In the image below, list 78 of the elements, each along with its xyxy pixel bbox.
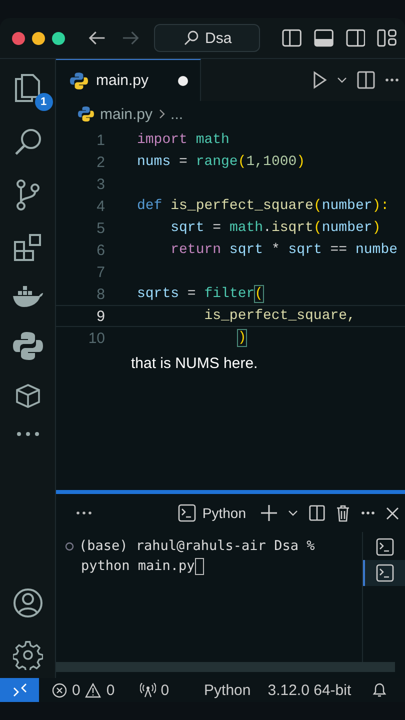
warning-icon[interactable] [85, 682, 102, 698]
search-field[interactable]: Dsa [154, 24, 260, 52]
line-number: 7 [96, 264, 106, 280]
scrollbar[interactable] [56, 662, 395, 672]
terminal-icon [376, 538, 394, 556]
ports-count: 0 [160, 682, 170, 698]
plus-icon[interactable] [261, 505, 277, 521]
error-icon[interactable] [52, 682, 67, 698]
code-line: is_perfect_square, [203, 308, 356, 324]
more-icon[interactable] [16, 431, 40, 437]
bell-icon[interactable] [372, 682, 387, 698]
line-number: 8 [96, 286, 106, 302]
breadcrumb-item[interactable]: ... [170, 106, 184, 122]
more-icon[interactable] [361, 511, 375, 515]
terminal-cursor [194, 558, 204, 574]
account-icon[interactable] [12, 588, 42, 618]
line-number: 1 [96, 132, 106, 148]
back-arrow-icon[interactable] [87, 30, 107, 46]
editor-tab[interactable]: main.py [56, 59, 201, 101]
run-icon[interactable] [313, 71, 327, 89]
terminal-tab[interactable]: Python [178, 504, 246, 522]
line-number: 6 [96, 242, 106, 258]
circle-icon [65, 542, 74, 550]
zoom-window-button[interactable] [52, 32, 65, 44]
search-icon [183, 30, 199, 46]
chevron-down-icon[interactable] [288, 510, 298, 516]
split-terminal-icon[interactable] [309, 505, 325, 521]
code-line: return sqrt * sqrt == numbe [170, 242, 398, 258]
python-file-icon [78, 106, 94, 122]
terminal-prompt: (base) rahul@rahuls-air Dsa % [79, 538, 315, 554]
notification-badge: 1 [34, 93, 52, 111]
terminal-command: python main.py [81, 558, 195, 574]
terminal-icon [178, 504, 196, 522]
cube-icon[interactable] [14, 383, 40, 409]
extensions-icon[interactable] [12, 233, 42, 263]
line-number: 9 [96, 308, 106, 324]
settings-icon[interactable] [12, 640, 42, 670]
terminal-instance[interactable] [363, 560, 405, 586]
close-icon[interactable] [386, 506, 399, 520]
source-control-icon[interactable] [14, 179, 42, 211]
code-line: import math [137, 132, 230, 148]
error-count: 0 [72, 682, 80, 698]
line-number: 3 [96, 176, 106, 192]
broadcast-icon[interactable] [140, 682, 156, 698]
language-mode[interactable]: Python [204, 682, 251, 698]
python-file-icon [70, 72, 88, 90]
code-line: sqrt = math.isqrt(number) [170, 220, 381, 236]
interpreter-version[interactable]: 3.12.0 64-bit [268, 682, 352, 698]
close-window-button[interactable] [12, 32, 25, 44]
line-number: 10 [87, 330, 106, 346]
code-line: ) [236, 330, 246, 346]
code-line: def is_perfect_square(number): [137, 198, 390, 214]
code-line: sqrts = filter( [137, 286, 264, 302]
split-editor-icon[interactable] [357, 71, 375, 89]
more-actions-icon[interactable] [385, 78, 399, 82]
line-number: 2 [96, 154, 106, 170]
more-icon[interactable] [76, 511, 92, 515]
code-line: nums = range(1,1000) [137, 154, 306, 170]
search-icon[interactable] [12, 127, 42, 157]
customize-layout-icon[interactable] [377, 29, 397, 47]
warning-count: 0 [106, 682, 115, 698]
minimize-window-button[interactable] [32, 32, 45, 44]
secondary-sidebar-icon[interactable] [346, 29, 366, 47]
sidebar-layout-icon[interactable] [282, 29, 302, 47]
python-icon[interactable] [12, 331, 42, 361]
remote-icon [12, 683, 26, 697]
trash-icon[interactable] [336, 504, 350, 522]
panel-layout-icon[interactable] [314, 29, 334, 47]
remote-button[interactable] [0, 678, 39, 702]
chevron-down-icon[interactable] [337, 77, 347, 83]
line-number: 5 [96, 220, 106, 236]
line-number: 4 [96, 198, 106, 214]
terminal-icon [376, 564, 394, 582]
caption-text: that is NUMS here. [131, 355, 258, 372]
breadcrumb-item[interactable]: main.py [100, 106, 153, 122]
files-icon[interactable] [12, 73, 42, 105]
whale-icon[interactable] [12, 285, 44, 309]
chevron-right-icon [158, 109, 165, 119]
